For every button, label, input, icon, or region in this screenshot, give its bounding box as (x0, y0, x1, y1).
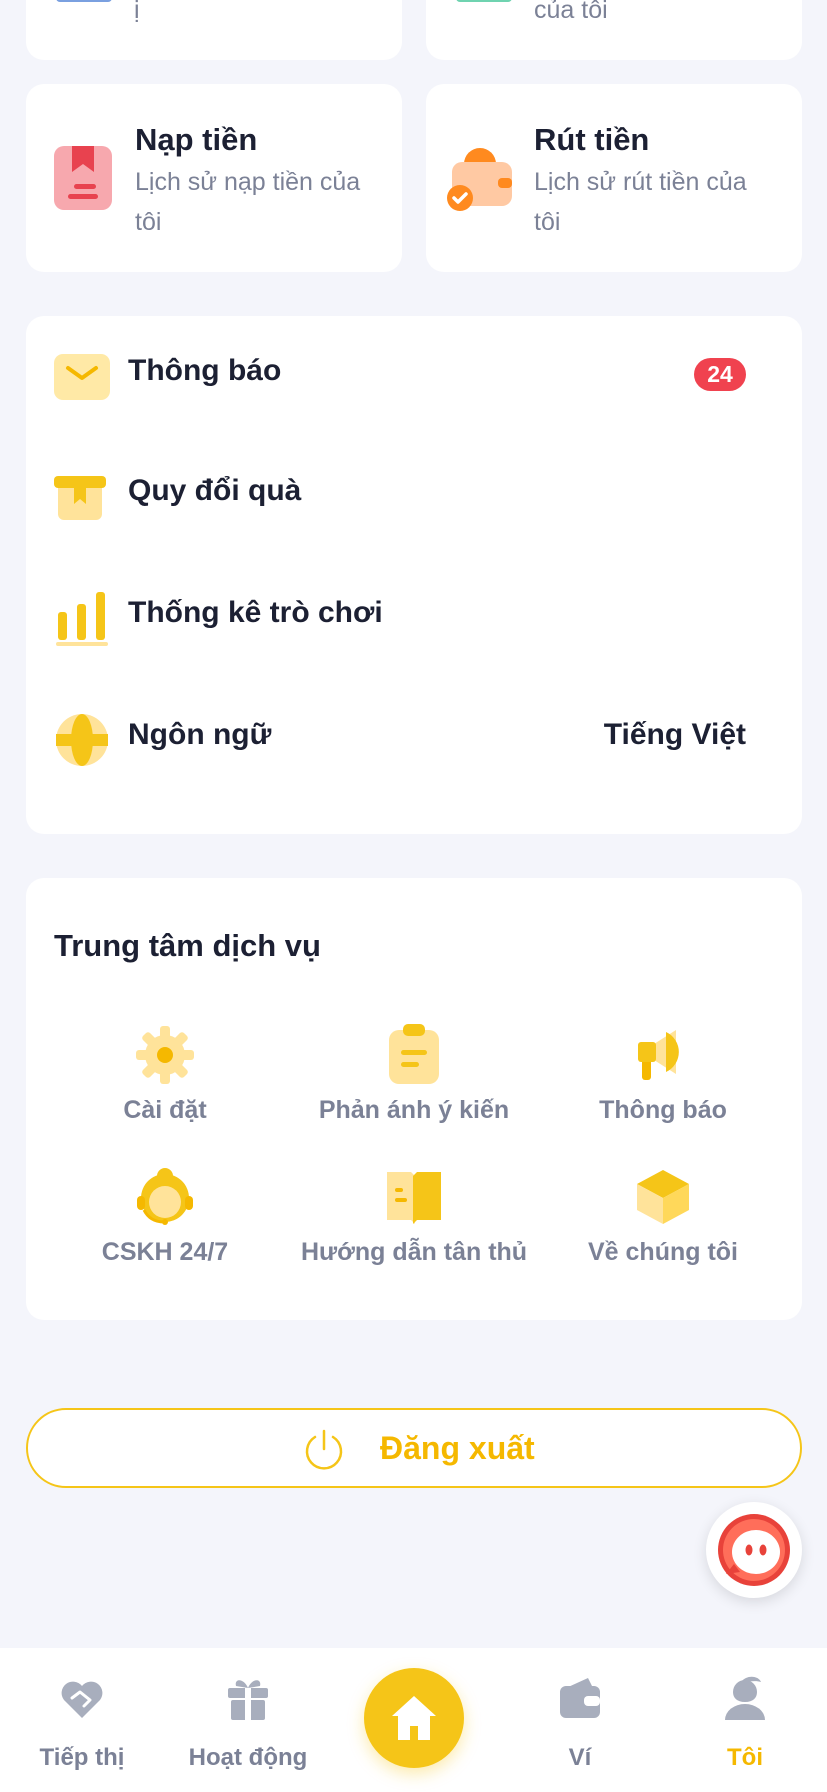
service-announcements[interactable]: Thông báo (538, 1024, 788, 1125)
clipboard-icon (389, 1024, 439, 1084)
logout-label: Đăng xuất (380, 1430, 535, 1466)
menu-item-gift-exchange[interactable]: Quy đổi quà (26, 436, 802, 556)
support-agent-icon (137, 1168, 193, 1225)
menu-item-language[interactable]: Ngôn ngữ Tiếng Việt (26, 680, 802, 800)
gift-box-icon (54, 476, 106, 520)
menu-item-label: Thống kê trò chơi (128, 596, 383, 629)
service-customer-support[interactable]: CSKH 24/7 (40, 1166, 290, 1267)
withdraw-subtitle-line2: tôi (534, 208, 561, 236)
wallet-withdraw-icon (447, 148, 512, 211)
tile-top-right-icon (456, 0, 512, 2)
tab-label: Tôi (727, 1744, 763, 1771)
envelope-icon (54, 354, 110, 400)
service-label: Thông báo (599, 1096, 727, 1124)
globe-icon (56, 714, 108, 766)
tile-top-left-icon (56, 0, 112, 2)
tab-home[interactable] (364, 1668, 464, 1768)
service-label: Phản ánh ý kiến (318, 1096, 510, 1124)
tab-label: Tiếp thị (39, 1744, 125, 1771)
deposit-title: Nạp tiền (135, 122, 258, 157)
service-beginner-guide[interactable]: Hướng dẫn tân thủ (289, 1166, 539, 1267)
menu-item-label: Thông báo (128, 354, 282, 387)
logout-button[interactable]: Đăng xuất (26, 1408, 802, 1488)
heart-handshake-icon (61, 1681, 103, 1718)
cube-icon (637, 1170, 689, 1224)
service-feedback[interactable]: Phản ánh ý kiến (289, 1024, 539, 1125)
gift-icon (228, 1680, 268, 1720)
menu-item-label: Quy đổi quà (128, 474, 302, 507)
power-icon (305, 1429, 343, 1470)
tab-label: Hoạt động (188, 1744, 308, 1771)
chat-bot-icon (718, 1514, 790, 1586)
open-book-icon (387, 1172, 441, 1224)
wallet-icon (560, 1678, 600, 1718)
bottom-tab-bar: Tiếp thị Hoạt động Ví Tôi (0, 1648, 827, 1792)
tab-me[interactable]: Tôi (675, 1648, 815, 1792)
notification-count-badge: 24 (694, 358, 746, 391)
language-value: Tiếng Việt (603, 718, 746, 751)
withdraw-subtitle-line1: Lịch sử rút tiền của (534, 168, 747, 196)
megaphone-icon (638, 1030, 679, 1080)
service-label: CSKH 24/7 (101, 1238, 229, 1266)
tile-top-left-subtitle: ị (134, 0, 140, 24)
deposit-subtitle-line2: tôi (135, 208, 162, 236)
tile-top-right[interactable]: của tôi (426, 0, 802, 60)
menu-item-notifications[interactable]: Thông báo 24 (26, 316, 802, 436)
withdraw-title: Rút tiền (534, 122, 650, 157)
withdraw-tile[interactable]: Rút tiền Lịch sử rút tiền của tôi (426, 84, 802, 272)
deposit-tile[interactable]: Nạp tiền Lịch sử nạp tiền của tôi (26, 84, 402, 272)
tile-top-right-subtitle: của tôi (534, 0, 608, 24)
menu-item-label: Ngôn ngữ (128, 718, 272, 751)
tab-marketing[interactable]: Tiếp thị (12, 1648, 152, 1792)
service-label: Về chúng tôi (588, 1238, 738, 1266)
tab-wallet[interactable]: Ví (510, 1648, 650, 1792)
user-icon (725, 1676, 765, 1720)
deposit-book-icon (54, 146, 112, 210)
bar-chart-icon (56, 592, 108, 646)
service-about-us[interactable]: Về chúng tôi (538, 1166, 788, 1267)
deposit-subtitle-line1: Lịch sử nạp tiền của (135, 168, 361, 196)
floating-chat-button[interactable] (706, 1502, 802, 1598)
menu-item-game-stats[interactable]: Thống kê trò chơi (26, 558, 802, 678)
tab-label: Ví (568, 1744, 592, 1771)
tile-top-left[interactable]: ị (26, 0, 402, 60)
tab-activities[interactable]: Hoạt động (178, 1648, 318, 1792)
gear-icon (136, 1026, 194, 1084)
service-label: Hướng dẫn tân thủ (300, 1238, 528, 1266)
service-center-title: Trung tâm dịch vụ (54, 928, 321, 963)
service-label: Cài đặt (123, 1096, 207, 1124)
service-settings[interactable]: Cài đặt (40, 1024, 290, 1125)
home-icon (392, 1696, 436, 1740)
